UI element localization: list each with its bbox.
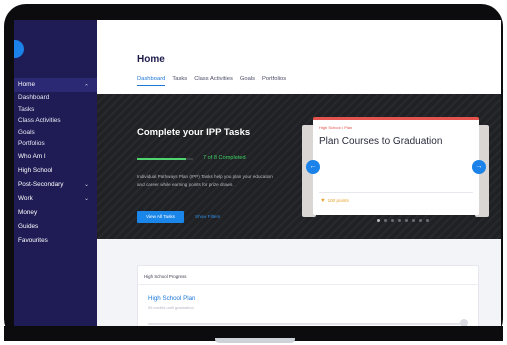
main-content: Home Dashboard Tasks Class Activities Goals… bbox=[97, 20, 501, 326]
sidebar-item-work[interactable]: Work ⌄ bbox=[14, 192, 97, 206]
sidebar-item-goals[interactable]: Goals bbox=[14, 127, 97, 139]
carousel-pagination bbox=[377, 219, 429, 222]
high-school-plan-link[interactable]: High School Plan bbox=[148, 295, 195, 302]
sidebar-item-high-school[interactable]: High School bbox=[14, 164, 97, 178]
sidebar-item-class-activities[interactable]: Class Activities bbox=[14, 115, 97, 127]
tablet-frame: Home ⌄ Dashboard Tasks Class Activities Goals… bbox=[4, 4, 503, 341]
progress-section: High School Progress High School Plan 96… bbox=[97, 239, 501, 326]
sidebar-item-favourites[interactable]: Favourites bbox=[14, 234, 97, 248]
carousel-dot[interactable] bbox=[405, 219, 408, 222]
show-filters-link[interactable]: Show Filters bbox=[195, 211, 220, 223]
sidebar-item-label: Home bbox=[18, 81, 36, 88]
device-stand bbox=[215, 338, 295, 343]
high-school-progress-panel: High School Progress High School Plan 96… bbox=[137, 265, 479, 326]
sidebar-item-label: Guides bbox=[18, 222, 39, 230]
sidebar-item-label: Favourites bbox=[18, 236, 48, 244]
carousel-dot[interactable] bbox=[384, 219, 387, 222]
view-all-tasks-button[interactable]: View All Tasks bbox=[137, 211, 184, 223]
tab-class-activities[interactable]: Class Activities bbox=[194, 76, 233, 86]
sidebar-item-label: Post-Secondary bbox=[18, 180, 64, 188]
app-screen: Home ⌄ Dashboard Tasks Class Activities Goals… bbox=[14, 20, 501, 326]
tab-dashboard[interactable]: Dashboard bbox=[137, 76, 166, 86]
tasks-progress-label: 7 of 8 Completed bbox=[203, 155, 246, 161]
plan-progress-track bbox=[148, 323, 464, 325]
arrow-left-icon: ← bbox=[309, 163, 317, 170]
panel-heading: High School Progress bbox=[144, 274, 187, 279]
sidebar-item-label: Tasks bbox=[18, 105, 35, 113]
carousel-dot[interactable] bbox=[419, 219, 422, 222]
carousel-next-button[interactable]: → bbox=[472, 160, 486, 174]
arrow-right-icon: → bbox=[475, 163, 483, 170]
sidebar-item-label: High School bbox=[18, 166, 53, 174]
task-card-points: ♥ 100 points bbox=[321, 198, 349, 204]
tab-tasks[interactable]: Tasks bbox=[172, 76, 187, 86]
page-title: Home bbox=[137, 54, 165, 65]
hero-title: Complete your IPP Tasks bbox=[137, 127, 251, 138]
task-card-points-label: 100 points bbox=[327, 198, 349, 203]
panel-divider bbox=[138, 284, 478, 285]
carousel-dot[interactable] bbox=[391, 219, 394, 222]
sidebar-item-label: Portfolios bbox=[18, 140, 45, 147]
sidebar-item-label: Work bbox=[18, 194, 33, 202]
sidebar-item-guides[interactable]: Guides bbox=[14, 220, 97, 234]
carousel-prev-button[interactable]: ← bbox=[306, 160, 320, 174]
sidebar-item-post-secondary[interactable]: Post-Secondary ⌄ bbox=[14, 178, 97, 192]
plan-subtitle: 96 credits until graduation bbox=[148, 305, 194, 310]
sidebar-item-label: Goals bbox=[18, 128, 35, 136]
tab-goals[interactable]: Goals bbox=[240, 76, 255, 86]
carousel-dot[interactable] bbox=[412, 219, 415, 222]
task-card[interactable]: High School • Plan Plan Courses to Gradu… bbox=[313, 117, 479, 215]
tasks-progress-bar bbox=[137, 158, 193, 160]
plan-expand-toggle[interactable] bbox=[460, 319, 468, 326]
page-header: Home Dashboard Tasks Class Activities Goals… bbox=[97, 20, 501, 94]
sidebar-item-dashboard[interactable]: Dashboard bbox=[14, 92, 97, 104]
sidebar-item-who-am-i[interactable]: Who Am I bbox=[14, 150, 97, 164]
task-card-divider bbox=[319, 192, 473, 193]
sidebar-item-label: Who Am I bbox=[18, 152, 46, 160]
task-card-category: High School • Plan bbox=[319, 125, 353, 130]
ipp-tasks-hero: Complete your IPP Tasks 7 of 8 Completed… bbox=[97, 94, 501, 239]
heart-icon: ♥ bbox=[321, 198, 325, 204]
tab-bar: Dashboard Tasks Class Activities Goals Portf… bbox=[137, 76, 286, 86]
carousel-dot[interactable] bbox=[426, 219, 429, 222]
carousel-dot[interactable] bbox=[377, 219, 380, 222]
sidebar-item-home[interactable]: Home ⌄ bbox=[14, 78, 97, 92]
tasks-progress-fill bbox=[137, 158, 186, 160]
sidebar-item-money[interactable]: Money bbox=[14, 206, 97, 220]
chevron-up-icon: ⌄ bbox=[83, 82, 89, 88]
tab-portfolios[interactable]: Portfolios bbox=[262, 76, 286, 86]
sidebar-item-tasks[interactable]: Tasks bbox=[14, 104, 97, 116]
sidebar-item-portfolios[interactable]: Portfolios bbox=[14, 138, 97, 150]
chevron-down-icon: ⌄ bbox=[83, 195, 89, 202]
app-logo[interactable] bbox=[14, 40, 24, 58]
hero-description: Individual Pathways Plan (IPP) Tasks hel… bbox=[137, 174, 273, 187]
sidebar: Home ⌄ Dashboard Tasks Class Activities Goals… bbox=[14, 20, 97, 326]
carousel-dot[interactable] bbox=[398, 219, 401, 222]
sidebar-item-label: Class Activities bbox=[18, 117, 61, 124]
sidebar-item-label: Money bbox=[18, 208, 38, 216]
chevron-down-icon: ⌄ bbox=[83, 181, 89, 188]
task-card-title: Plan Courses to Graduation bbox=[319, 136, 443, 147]
sidebar-nav: Home ⌄ Dashboard Tasks Class Activities Goals… bbox=[14, 78, 97, 248]
sidebar-item-label: Dashboard bbox=[18, 94, 50, 101]
